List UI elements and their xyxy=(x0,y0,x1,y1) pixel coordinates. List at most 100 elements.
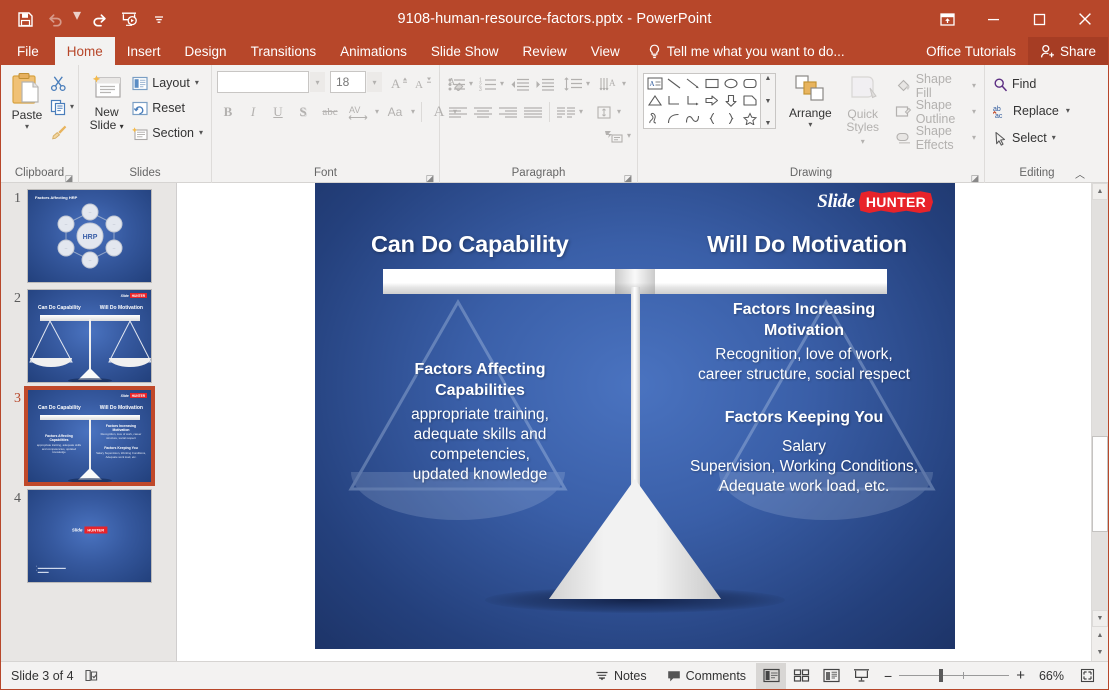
tell-me-search[interactable]: Tell me what you want to do... xyxy=(638,37,855,65)
scrollbar-thumb[interactable] xyxy=(1092,436,1108,532)
change-case-button[interactable]: Aa xyxy=(382,101,408,123)
shapes-gallery-scrollbar[interactable]: ▲ ▼ ▼ xyxy=(761,73,776,129)
columns-button[interactable] xyxy=(554,101,578,123)
drawing-dialog-launcher[interactable]: ◪ xyxy=(970,171,980,183)
replace-button[interactable]: ab ac Replace ▾ xyxy=(990,100,1073,122)
tab-design[interactable]: Design xyxy=(173,37,239,65)
thumbnail-preview[interactable]: Slide HUNTER Can Do Capability Will Do M… xyxy=(27,289,152,383)
shape-triangle-icon[interactable] xyxy=(645,92,664,109)
font-name-dropdown-icon[interactable]: ▾ xyxy=(310,72,325,92)
shape-arrow-icon[interactable] xyxy=(683,75,702,92)
previous-slide-icon[interactable]: ▲ xyxy=(1092,627,1108,644)
align-center-button[interactable] xyxy=(471,101,495,123)
zoom-in-button[interactable]: + xyxy=(1016,667,1025,684)
thumbnail-pane-scrollbar[interactable] xyxy=(162,183,176,661)
next-slide-icon[interactable]: ▼ xyxy=(1092,644,1108,661)
quick-styles-button[interactable]: Quick Styles ▾ xyxy=(840,73,886,148)
clipboard-dialog-launcher[interactable]: ◪ xyxy=(64,171,74,183)
tab-review[interactable]: Review xyxy=(510,37,578,65)
numbering-dropdown-icon[interactable]: ▾ xyxy=(500,80,504,88)
shape-textbox-icon[interactable]: A xyxy=(645,75,664,92)
change-case-dropdown-icon[interactable]: ▾ xyxy=(411,108,415,116)
zoom-slider-handle[interactable] xyxy=(939,669,944,682)
columns-dropdown-icon[interactable]: ▾ xyxy=(579,108,583,116)
italic-button[interactable]: I xyxy=(242,101,264,123)
slide-show-view-button[interactable] xyxy=(846,663,876,689)
fit-slide-to-window-button[interactable] xyxy=(1072,663,1102,689)
comments-button[interactable]: Comments xyxy=(657,662,756,690)
start-presentation-icon[interactable] xyxy=(115,6,143,32)
shape-curve-icon[interactable] xyxy=(664,110,683,127)
textbox-factors-increasing-motivation[interactable]: Factors Increasing Motivation Recognitio… xyxy=(679,299,929,385)
decrease-font-size-button[interactable]: A xyxy=(412,71,434,93)
strikethrough-button[interactable]: abc xyxy=(317,101,343,123)
thumbnail-slide-1[interactable]: 1 Factors Affecting HRP HRP — — — — — — xyxy=(1,183,176,283)
scroll-down-icon[interactable]: ▼ xyxy=(1092,610,1108,627)
accessibility-checker-icon[interactable] xyxy=(84,668,99,683)
convert-to-smartart-button[interactable] xyxy=(602,125,626,147)
zoom-control[interactable]: − + 66% xyxy=(876,667,1072,684)
section-dropdown-icon[interactable]: ▾ xyxy=(199,129,203,137)
new-slide-button[interactable]: New Slide ▾ xyxy=(84,69,129,133)
shape-fill-dropdown-icon[interactable]: ▾ xyxy=(972,82,976,90)
share-button[interactable]: Share xyxy=(1027,37,1108,65)
scroll-up-icon[interactable]: ▲ xyxy=(1092,183,1108,200)
shape-star-icon[interactable] xyxy=(740,110,759,127)
thumbnail-slide-2[interactable]: 2 Slide HUNTER Can Do Capability Will Do… xyxy=(1,283,176,383)
shape-folded-corner-icon[interactable] xyxy=(740,92,759,109)
cut-button[interactable] xyxy=(48,72,74,94)
bullets-button[interactable] xyxy=(446,73,468,95)
shape-effects-dropdown-icon[interactable]: ▾ xyxy=(972,134,976,142)
arrange-dropdown-icon[interactable]: ▾ xyxy=(808,121,812,129)
shape-outline-dropdown-icon[interactable]: ▾ xyxy=(972,108,976,116)
shape-fill-button[interactable]: Shape Fill ▾ xyxy=(892,72,979,100)
font-size-dropdown-icon[interactable]: ▾ xyxy=(367,72,382,92)
save-icon[interactable] xyxy=(11,6,39,32)
replace-dropdown-icon[interactable]: ▾ xyxy=(1066,107,1070,115)
shape-effects-button[interactable]: Shape Effects ▾ xyxy=(892,124,979,152)
undo-icon[interactable] xyxy=(41,6,69,32)
slide-thumbnail-pane[interactable]: 1 Factors Affecting HRP HRP — — — — — — … xyxy=(1,183,177,661)
slide-canvas[interactable]: Slide HUNTER Can Do Capability Will Do M… xyxy=(177,183,1108,661)
copy-button[interactable] xyxy=(48,96,69,118)
line-spacing-dropdown-icon[interactable]: ▾ xyxy=(586,80,590,88)
redo-icon[interactable] xyxy=(85,6,113,32)
office-tutorials-link[interactable]: Office Tutorials xyxy=(914,37,1028,65)
reading-view-button[interactable] xyxy=(816,663,846,689)
align-text-button[interactable] xyxy=(592,101,616,123)
numbering-button[interactable]: 123 xyxy=(477,73,499,95)
heading-will-do-motivation[interactable]: Will Do Motivation xyxy=(707,231,907,258)
current-slide[interactable]: Slide HUNTER Can Do Capability Will Do M… xyxy=(315,183,955,649)
tab-transitions[interactable]: Transitions xyxy=(239,37,329,65)
align-right-button[interactable] xyxy=(496,101,520,123)
character-spacing-dropdown-icon[interactable]: ▾ xyxy=(375,108,379,116)
format-painter-button[interactable] xyxy=(48,120,74,142)
thumbnail-slide-3[interactable]: 3 Slide HUNTER Can Do Capability Will Do… xyxy=(1,383,176,486)
find-button[interactable]: Find xyxy=(990,73,1073,95)
character-spacing-button[interactable]: AV xyxy=(346,101,372,123)
bold-button[interactable]: B xyxy=(217,101,239,123)
bullets-dropdown-icon[interactable]: ▾ xyxy=(469,80,473,88)
font-dialog-launcher[interactable]: ◪ xyxy=(425,171,435,183)
shape-left-brace-icon[interactable] xyxy=(702,110,721,127)
canvas-scrollbar[interactable]: ▲ ▼ ▲ ▼ xyxy=(1091,183,1108,661)
tab-slide-show[interactable]: Slide Show xyxy=(419,37,511,65)
notes-button[interactable]: Notes xyxy=(585,662,657,690)
zoom-slider[interactable] xyxy=(899,669,1010,682)
align-text-dropdown-icon[interactable]: ▾ xyxy=(617,108,621,116)
shape-rectangle-icon[interactable] xyxy=(702,75,721,92)
paste-dropdown-icon[interactable]: ▾ xyxy=(25,123,29,131)
minimize-icon[interactable] xyxy=(970,1,1016,37)
heading-can-do-capability[interactable]: Can Do Capability xyxy=(371,231,569,258)
tab-animations[interactable]: Animations xyxy=(328,37,419,65)
shape-arc-icon[interactable] xyxy=(683,110,702,127)
shape-line-icon[interactable] xyxy=(664,75,683,92)
shape-scribble-icon[interactable] xyxy=(645,110,664,127)
shapes-gallery-more-icon[interactable]: ▼ xyxy=(765,120,772,127)
shape-oval-icon[interactable] xyxy=(721,75,740,92)
shape-outline-button[interactable]: Shape Outline ▾ xyxy=(892,98,979,126)
paragraph-dialog-launcher[interactable]: ◪ xyxy=(623,171,633,183)
select-dropdown-icon[interactable]: ▾ xyxy=(1052,134,1056,142)
increase-font-size-button[interactable]: A xyxy=(388,71,410,93)
normal-view-button[interactable] xyxy=(756,662,787,689)
